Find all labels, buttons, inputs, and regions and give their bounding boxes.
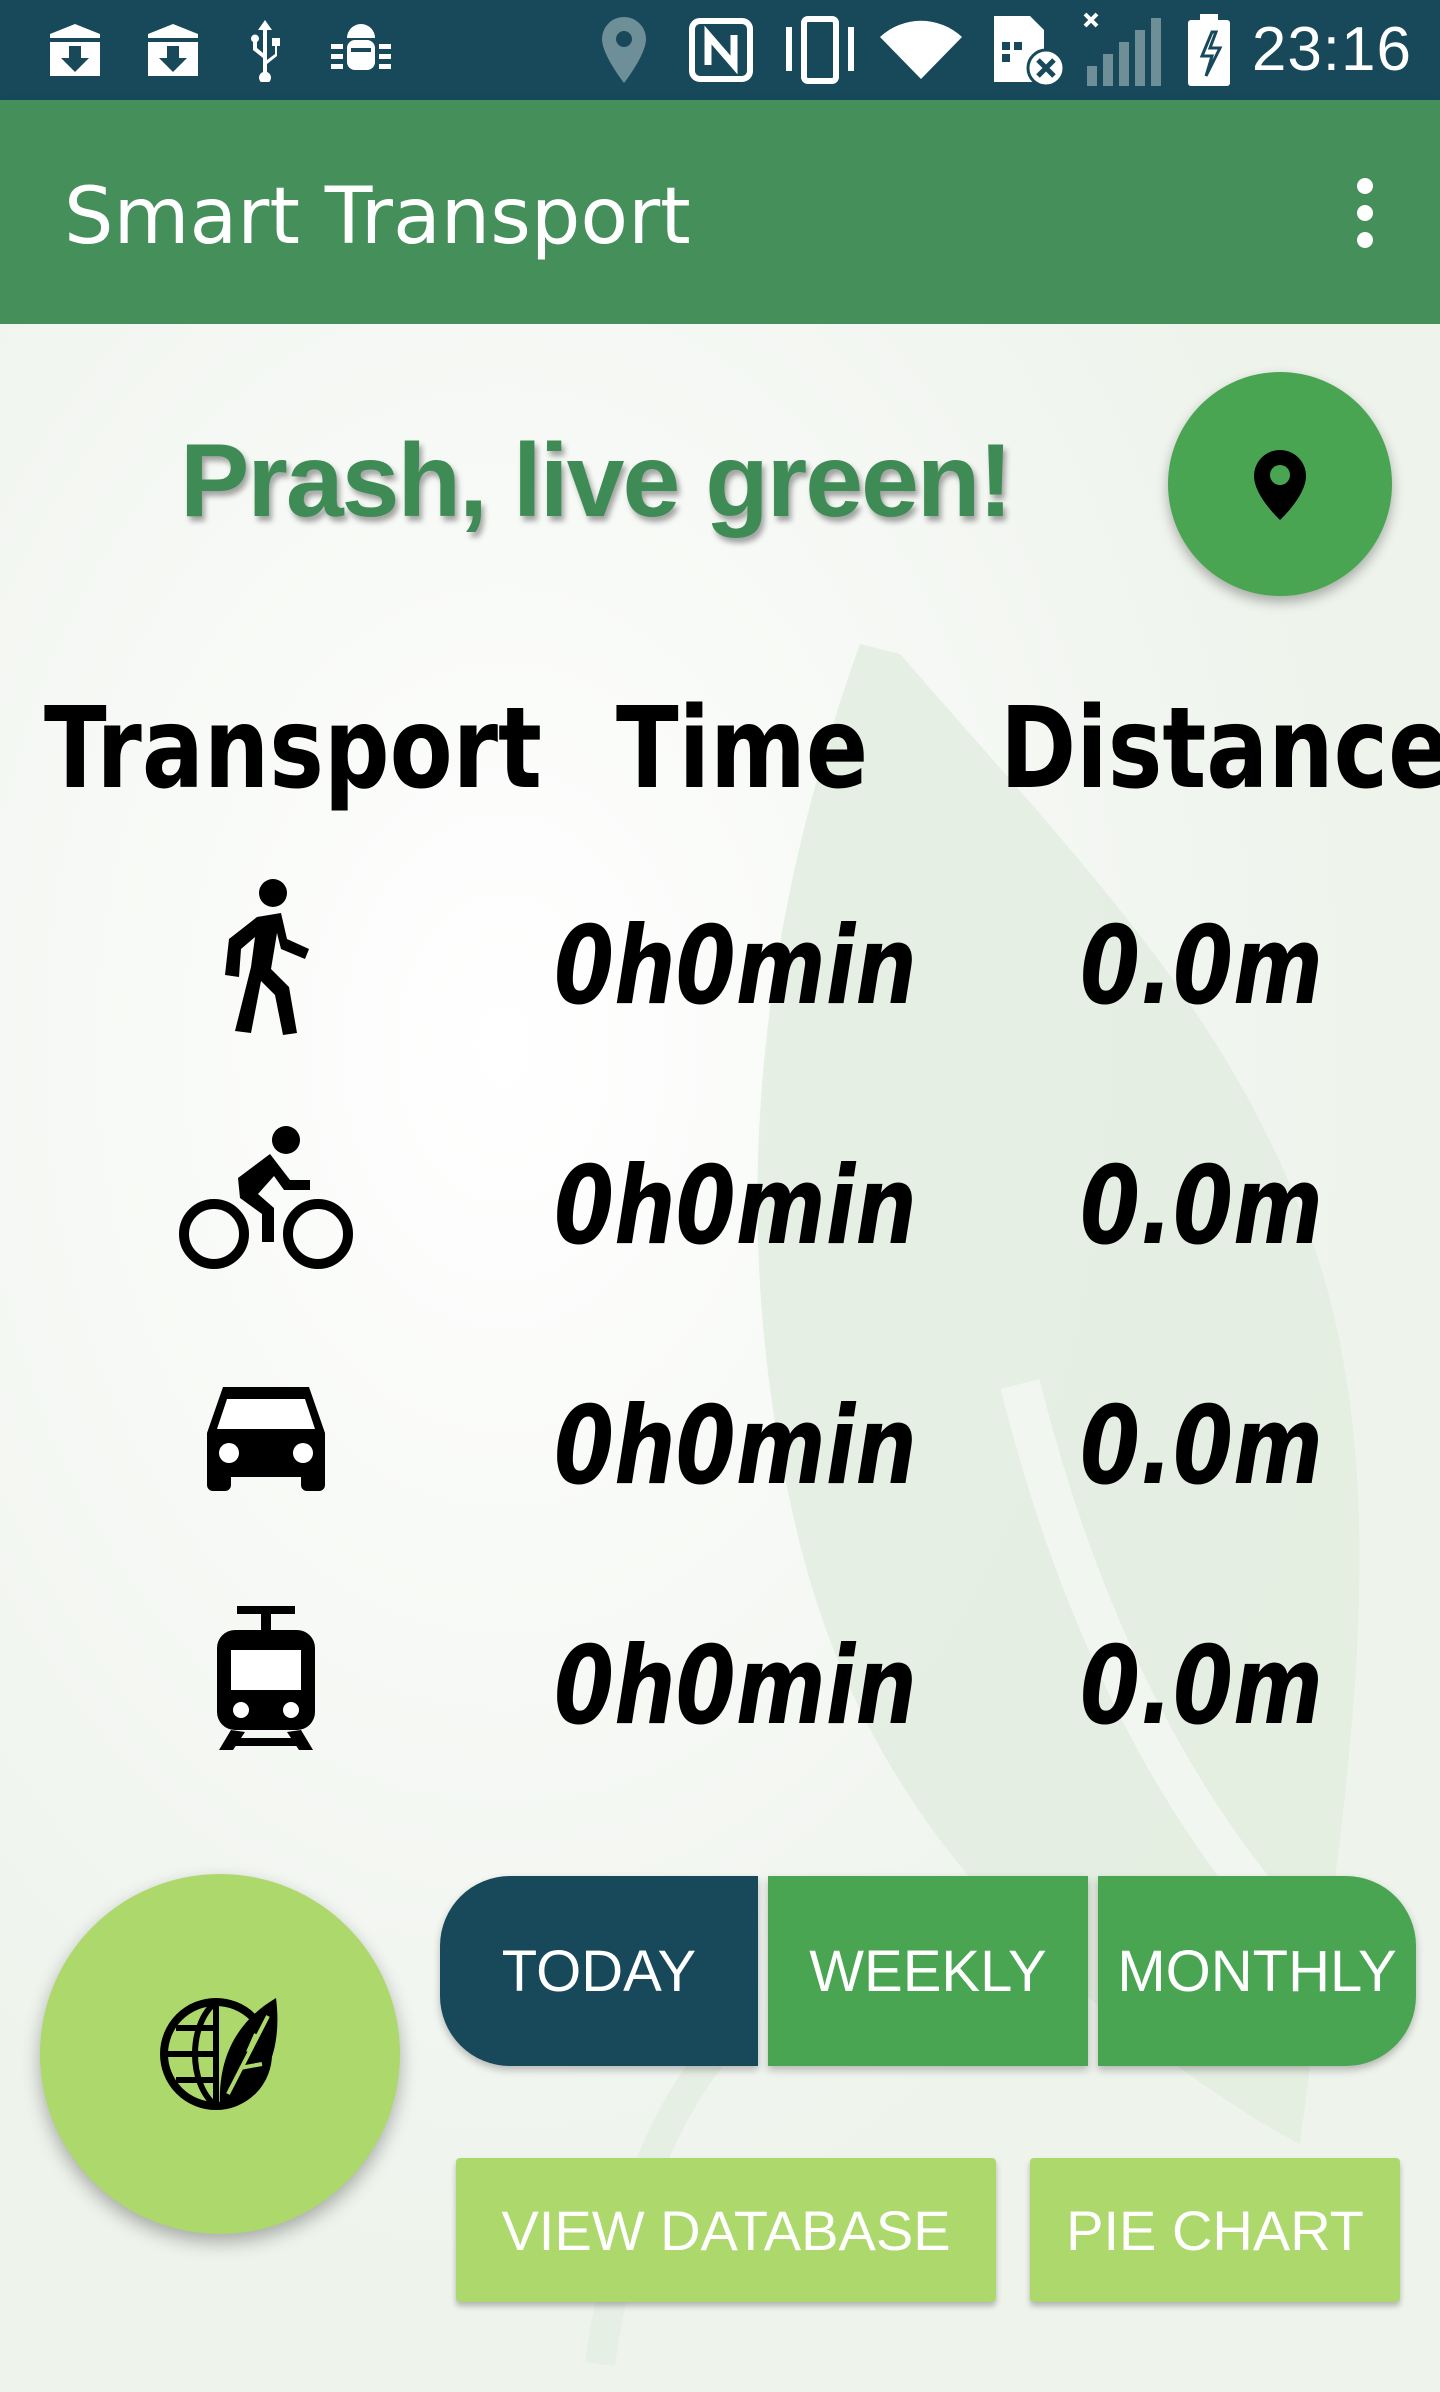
download-icon [40,18,110,82]
time-tram: 0h0min [554,1624,917,1749]
distance-tram: 0.0m [1080,1624,1324,1749]
wifi-icon [876,18,966,82]
header-transport: Transport [44,684,542,814]
vibrate-icon [780,16,860,84]
car-icon [166,1354,366,1524]
time-walk: 0h0min [554,904,917,1029]
location-button[interactable] [1168,372,1392,596]
location-icon [594,17,654,83]
status-bar: 23:16 [0,0,1440,100]
app-bar: Smart Transport [0,100,1440,324]
pie-chart-button[interactable]: PIE CHART [1030,2158,1400,2302]
eco-button[interactable] [40,1874,400,2234]
distance-bike: 0.0m [1080,1144,1324,1269]
app-title: Smart Transport [64,172,691,262]
sim-disabled-icon [990,16,1066,88]
time-bike: 0h0min [554,1144,917,1269]
more-vert-icon[interactable] [1350,178,1380,248]
tab-weekly[interactable]: WEEKLY [768,1876,1088,2066]
greeting-text: Prash, live green! [180,423,1013,539]
header-distance: Distance [1000,684,1440,814]
walk-icon [166,872,366,1042]
view-database-button[interactable]: VIEW DATABASE [456,2158,996,2302]
download-icon [138,18,208,82]
distance-walk: 0.0m [1080,904,1324,1029]
eco-globe-leaf-icon [160,1998,278,2110]
distance-car: 0.0m [1080,1384,1324,1509]
location-pin-icon [1254,450,1306,520]
main-content: Prash, live green! Transport Time Distan… [0,324,1440,2392]
time-car: 0h0min [554,1384,917,1509]
tab-monthly[interactable]: MONTHLY [1098,1876,1416,2066]
tram-icon [166,1594,366,1764]
usb-icon [240,18,290,82]
android-debug-icon [326,18,396,82]
bike-icon [166,1114,366,1284]
tab-today[interactable]: TODAY [440,1876,758,2066]
nfc-icon [686,18,756,82]
header-time: Time [616,684,869,814]
clock: 23:16 [1251,15,1412,84]
signal-icon [1080,12,1166,86]
battery-charging-icon [1184,14,1234,86]
